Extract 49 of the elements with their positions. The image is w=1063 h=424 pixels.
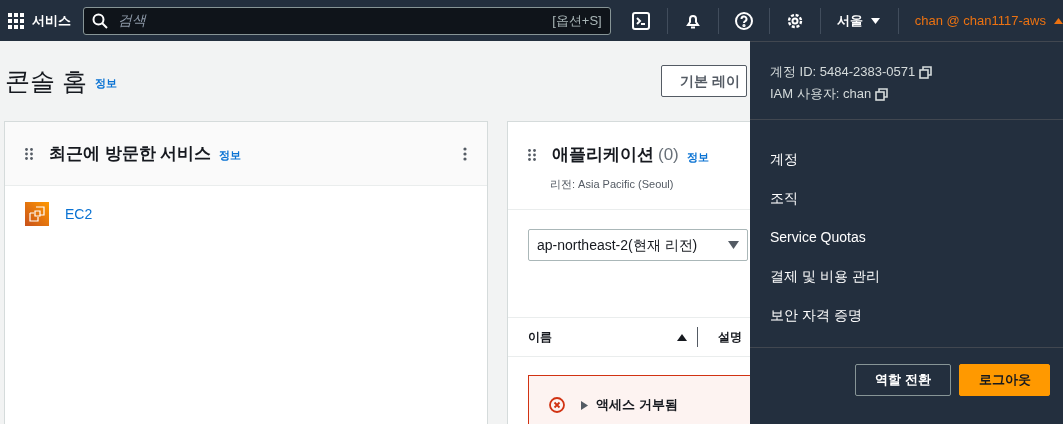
account-detail: IAM 사용자: chan bbox=[770, 85, 872, 103]
search-field[interactable]: 검색 [옵션+S] bbox=[83, 6, 611, 35]
menu-item[interactable]: Service Quotas bbox=[770, 218, 1043, 257]
terminal-button[interactable] bbox=[631, 11, 650, 30]
region-select[interactable]: ap-northeast-2(현재 리전) bbox=[528, 229, 748, 261]
menu-item[interactable]: 결제 및 비용 관리 bbox=[770, 257, 1043, 296]
info-link[interactable]: 정보 bbox=[686, 148, 709, 165]
error-icon bbox=[549, 397, 565, 413]
column-header[interactable]: 설명 bbox=[718, 328, 742, 346]
drag-handle-icon[interactable] bbox=[528, 148, 536, 161]
service-link[interactable]: EC2 bbox=[65, 203, 93, 225]
switch-role-button[interactable]: 역할 전환 bbox=[855, 364, 951, 396]
settings-button[interactable] bbox=[785, 11, 804, 30]
copy-icon[interactable] bbox=[875, 87, 889, 101]
menu-item[interactable]: 계정 bbox=[770, 140, 1043, 179]
account-detail: 계정 ID: 5484-2383-0571 bbox=[770, 63, 916, 81]
widget-title: 애플리케이션 bbox=[552, 144, 654, 166]
settings-icon bbox=[785, 11, 804, 30]
caret-icon bbox=[870, 17, 880, 24]
copy-icon[interactable] bbox=[919, 65, 933, 79]
expand-icon bbox=[581, 400, 588, 410]
more-options-button[interactable] bbox=[463, 146, 467, 161]
default-layout-button[interactable]: 기본 레이 bbox=[661, 65, 747, 97]
drag-handle-icon[interactable] bbox=[25, 147, 33, 160]
account-menu-button[interactable]: chan @ chan1117-aws bbox=[914, 10, 1063, 31]
menu-item[interactable]: 조직 bbox=[770, 179, 1043, 218]
region-selector[interactable]: 서울 bbox=[836, 10, 880, 31]
widget-title: 최근에 방문한 서비스 bbox=[49, 142, 212, 165]
info-link[interactable]: 정보 bbox=[219, 147, 242, 164]
info-link[interactable]: 정보 bbox=[94, 74, 117, 92]
search-input[interactable]: 검색 bbox=[116, 9, 553, 32]
search-icon bbox=[92, 12, 108, 29]
menu-item[interactable]: 보안 자격 증명 bbox=[770, 296, 1043, 335]
sign-out-button[interactable]: 로그아웃 bbox=[959, 364, 1050, 396]
item-count: (0) bbox=[658, 144, 679, 166]
menu-grid-icon bbox=[8, 12, 24, 29]
caret-icon bbox=[1054, 17, 1063, 24]
service-icon bbox=[25, 202, 49, 226]
column-header[interactable]: 이름 bbox=[528, 328, 552, 346]
services-menu-button[interactable]: 서비스 bbox=[8, 10, 71, 31]
help-icon bbox=[734, 11, 753, 30]
page-title: 콘솔 홈 bbox=[5, 66, 87, 96]
terminal-icon bbox=[631, 11, 650, 30]
shortcut-hint: [옵션+S] bbox=[552, 11, 602, 30]
more-options-icon bbox=[463, 146, 467, 161]
caret-icon bbox=[728, 241, 739, 249]
region-subtitle: 리전: Asia Pacific (Seoul) bbox=[550, 176, 675, 192]
alert-message: 액세스 거부됨 bbox=[596, 396, 678, 415]
help-button[interactable] bbox=[734, 11, 753, 30]
